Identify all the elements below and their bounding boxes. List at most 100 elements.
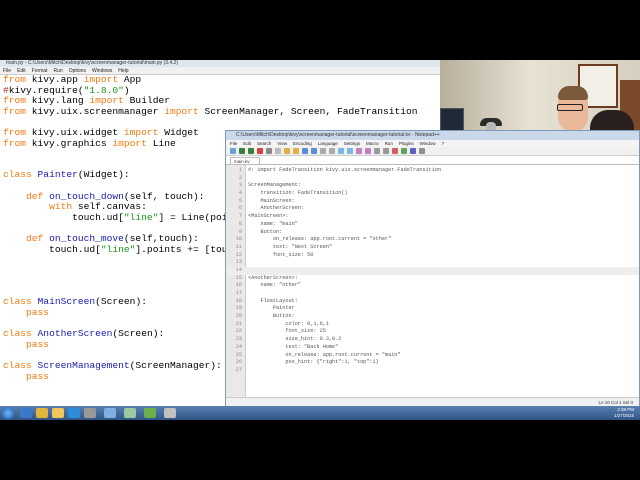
idle-menu-item[interactable]: Windows <box>92 67 112 74</box>
idle-menu-item[interactable]: Options <box>69 67 86 74</box>
code-token: class <box>3 296 32 308</box>
npp-toolbar-button-icon[interactable] <box>275 148 281 154</box>
kv-line: 11 text: "Next Screen" <box>226 244 639 252</box>
app-icon-3[interactable] <box>124 408 136 418</box>
idle-menu-item[interactable]: Format <box>32 67 48 74</box>
ie-icon[interactable] <box>20 408 32 418</box>
kv-line-text: name: "main" <box>248 220 298 227</box>
code-token: Line <box>146 137 176 149</box>
app-icon-1[interactable] <box>84 408 96 418</box>
npp-menu-item[interactable]: Plugins <box>399 140 414 147</box>
code-line: from kivy.uix.screenmanager import Scree… <box>3 106 418 118</box>
line-number: 5 <box>238 197 242 204</box>
npp-toolbar-button-icon[interactable] <box>248 148 254 154</box>
line-number: 24 <box>235 343 242 350</box>
start-button[interactable] <box>2 407 14 419</box>
npp-toolbar-button-icon[interactable] <box>302 148 308 154</box>
npp-toolbar-button-icon[interactable] <box>383 148 389 154</box>
line-number: 22 <box>235 328 242 335</box>
kv-line-text: transition: FadeTransition() <box>248 190 348 197</box>
npp-toolbar-button-icon[interactable] <box>239 148 245 154</box>
npp-toolbar-button-icon[interactable] <box>320 148 326 154</box>
npp-menu-item[interactable]: Macro <box>366 140 379 147</box>
kv-line: 6 AnotherScreen: <box>226 205 639 213</box>
idle-title-bar[interactable]: main.py - C:\Users\Mitch\Desktop\kivy\sc… <box>0 60 440 67</box>
kv-line: 12 font_size: 50 <box>226 252 639 260</box>
npp-status-bar: Ln 10 Col 1 Sel 0 <box>226 397 639 406</box>
npp-menu-item[interactable]: Edit <box>243 140 251 147</box>
npp-toolbar-button-icon[interactable] <box>266 148 272 154</box>
code-token: class <box>3 360 32 372</box>
npp-menu-item[interactable]: Window <box>420 140 436 147</box>
npp-toolbar-button-icon[interactable] <box>392 148 398 154</box>
code-token: "line" <box>100 243 136 255</box>
kv-line-text: Painter <box>248 305 295 312</box>
npp-file-tab[interactable]: main.kv <box>230 157 260 164</box>
code-token: Builder <box>123 95 170 107</box>
kv-line-text: <AnotherScreen>: <box>248 274 298 281</box>
kv-line: 8 name: "main" <box>226 221 639 229</box>
line-number: 4 <box>238 190 242 197</box>
npp-toolbar-button-icon[interactable] <box>293 148 299 154</box>
npp-toolbar-button-icon[interactable] <box>410 148 416 154</box>
chrome-icon[interactable] <box>36 408 48 418</box>
idle-menu-item[interactable]: Help <box>118 67 128 74</box>
kv-line: 19 Painter <box>226 305 639 313</box>
idle-menu-item[interactable]: Run <box>54 67 63 74</box>
app-icon-2[interactable] <box>104 408 116 418</box>
code-token: kivy.lang <box>26 95 90 107</box>
idle-menu-item[interactable]: Edit <box>17 67 26 74</box>
npp-toolbar-button-icon[interactable] <box>419 148 425 154</box>
line-number: 18 <box>235 297 242 304</box>
folder-icon[interactable] <box>52 408 64 418</box>
notepad-taskbar-icon[interactable] <box>144 408 156 418</box>
kv-line: 2 <box>226 175 639 183</box>
line-number: 7 <box>238 213 242 220</box>
npp-menu-item[interactable]: Encoding <box>293 140 312 147</box>
npp-menu-item[interactable]: View <box>277 140 287 147</box>
npp-toolbar-button-icon[interactable] <box>284 148 290 154</box>
npp-toolbar-button-icon[interactable] <box>338 148 344 154</box>
npp-toolbar-button-icon[interactable] <box>347 148 353 154</box>
npp-menu-item[interactable]: Language <box>318 140 338 147</box>
npp-title-bar[interactable]: C:\Users\Mitch\Desktop\kivy\screenmanage… <box>226 131 639 140</box>
npp-menu-item[interactable]: Search <box>257 140 271 147</box>
kv-line: 25 on_release: app.root.current = "main" <box>226 352 639 360</box>
npp-tab-strip <box>226 164 639 165</box>
idle-menu-item[interactable]: File <box>3 67 11 74</box>
media-player-icon[interactable] <box>68 408 80 418</box>
npp-toolbar-button-icon[interactable] <box>230 148 236 154</box>
kv-line-text: text: "Next Screen" <box>248 243 333 250</box>
npp-toolbar-button-icon[interactable] <box>374 148 380 154</box>
npp-toolbar-button-icon[interactable] <box>356 148 362 154</box>
kv-line: 17 <box>226 290 639 298</box>
code-token: (Widget): <box>77 169 130 181</box>
code-token: from <box>3 74 27 85</box>
line-number: 26 <box>235 359 242 366</box>
code-token: from <box>3 137 27 149</box>
kv-line-text: font_size: 50 <box>248 251 314 258</box>
code-token: kivy.app <box>26 74 84 85</box>
kv-line: 7 <MainScreen>: <box>226 213 639 221</box>
code-token: on_touch_down <box>43 190 124 202</box>
npp-toolbar-button-icon[interactable] <box>401 148 407 154</box>
code-token: def <box>26 190 44 202</box>
code-token: touch.ud[ <box>3 243 101 255</box>
npp-toolbar-button-icon[interactable] <box>257 148 263 154</box>
npp-menu-item[interactable]: ? <box>442 140 445 147</box>
kv-line: 24 text: "Back Home" <box>226 344 639 352</box>
npp-menu-item[interactable]: File <box>230 140 237 147</box>
npp-toolbar-button-icon[interactable] <box>311 148 317 154</box>
code-token: import <box>89 95 124 107</box>
npp-toolbar-button-icon[interactable] <box>329 148 335 154</box>
line-number: 2 <box>238 174 242 181</box>
npp-menu-item[interactable]: Settings <box>344 140 360 147</box>
code-token: on_touch_move <box>43 232 124 244</box>
idle-taskbar-icon[interactable] <box>164 408 176 418</box>
kv-code-area[interactable]: 1 #: import FadeTransition kivy.uix.scree… <box>226 167 639 375</box>
npp-menu-item[interactable]: Run <box>385 140 393 147</box>
npp-toolbar-button-icon[interactable] <box>365 148 371 154</box>
system-clock[interactable]: 3:38 PM 1/27/2015 <box>614 407 634 419</box>
